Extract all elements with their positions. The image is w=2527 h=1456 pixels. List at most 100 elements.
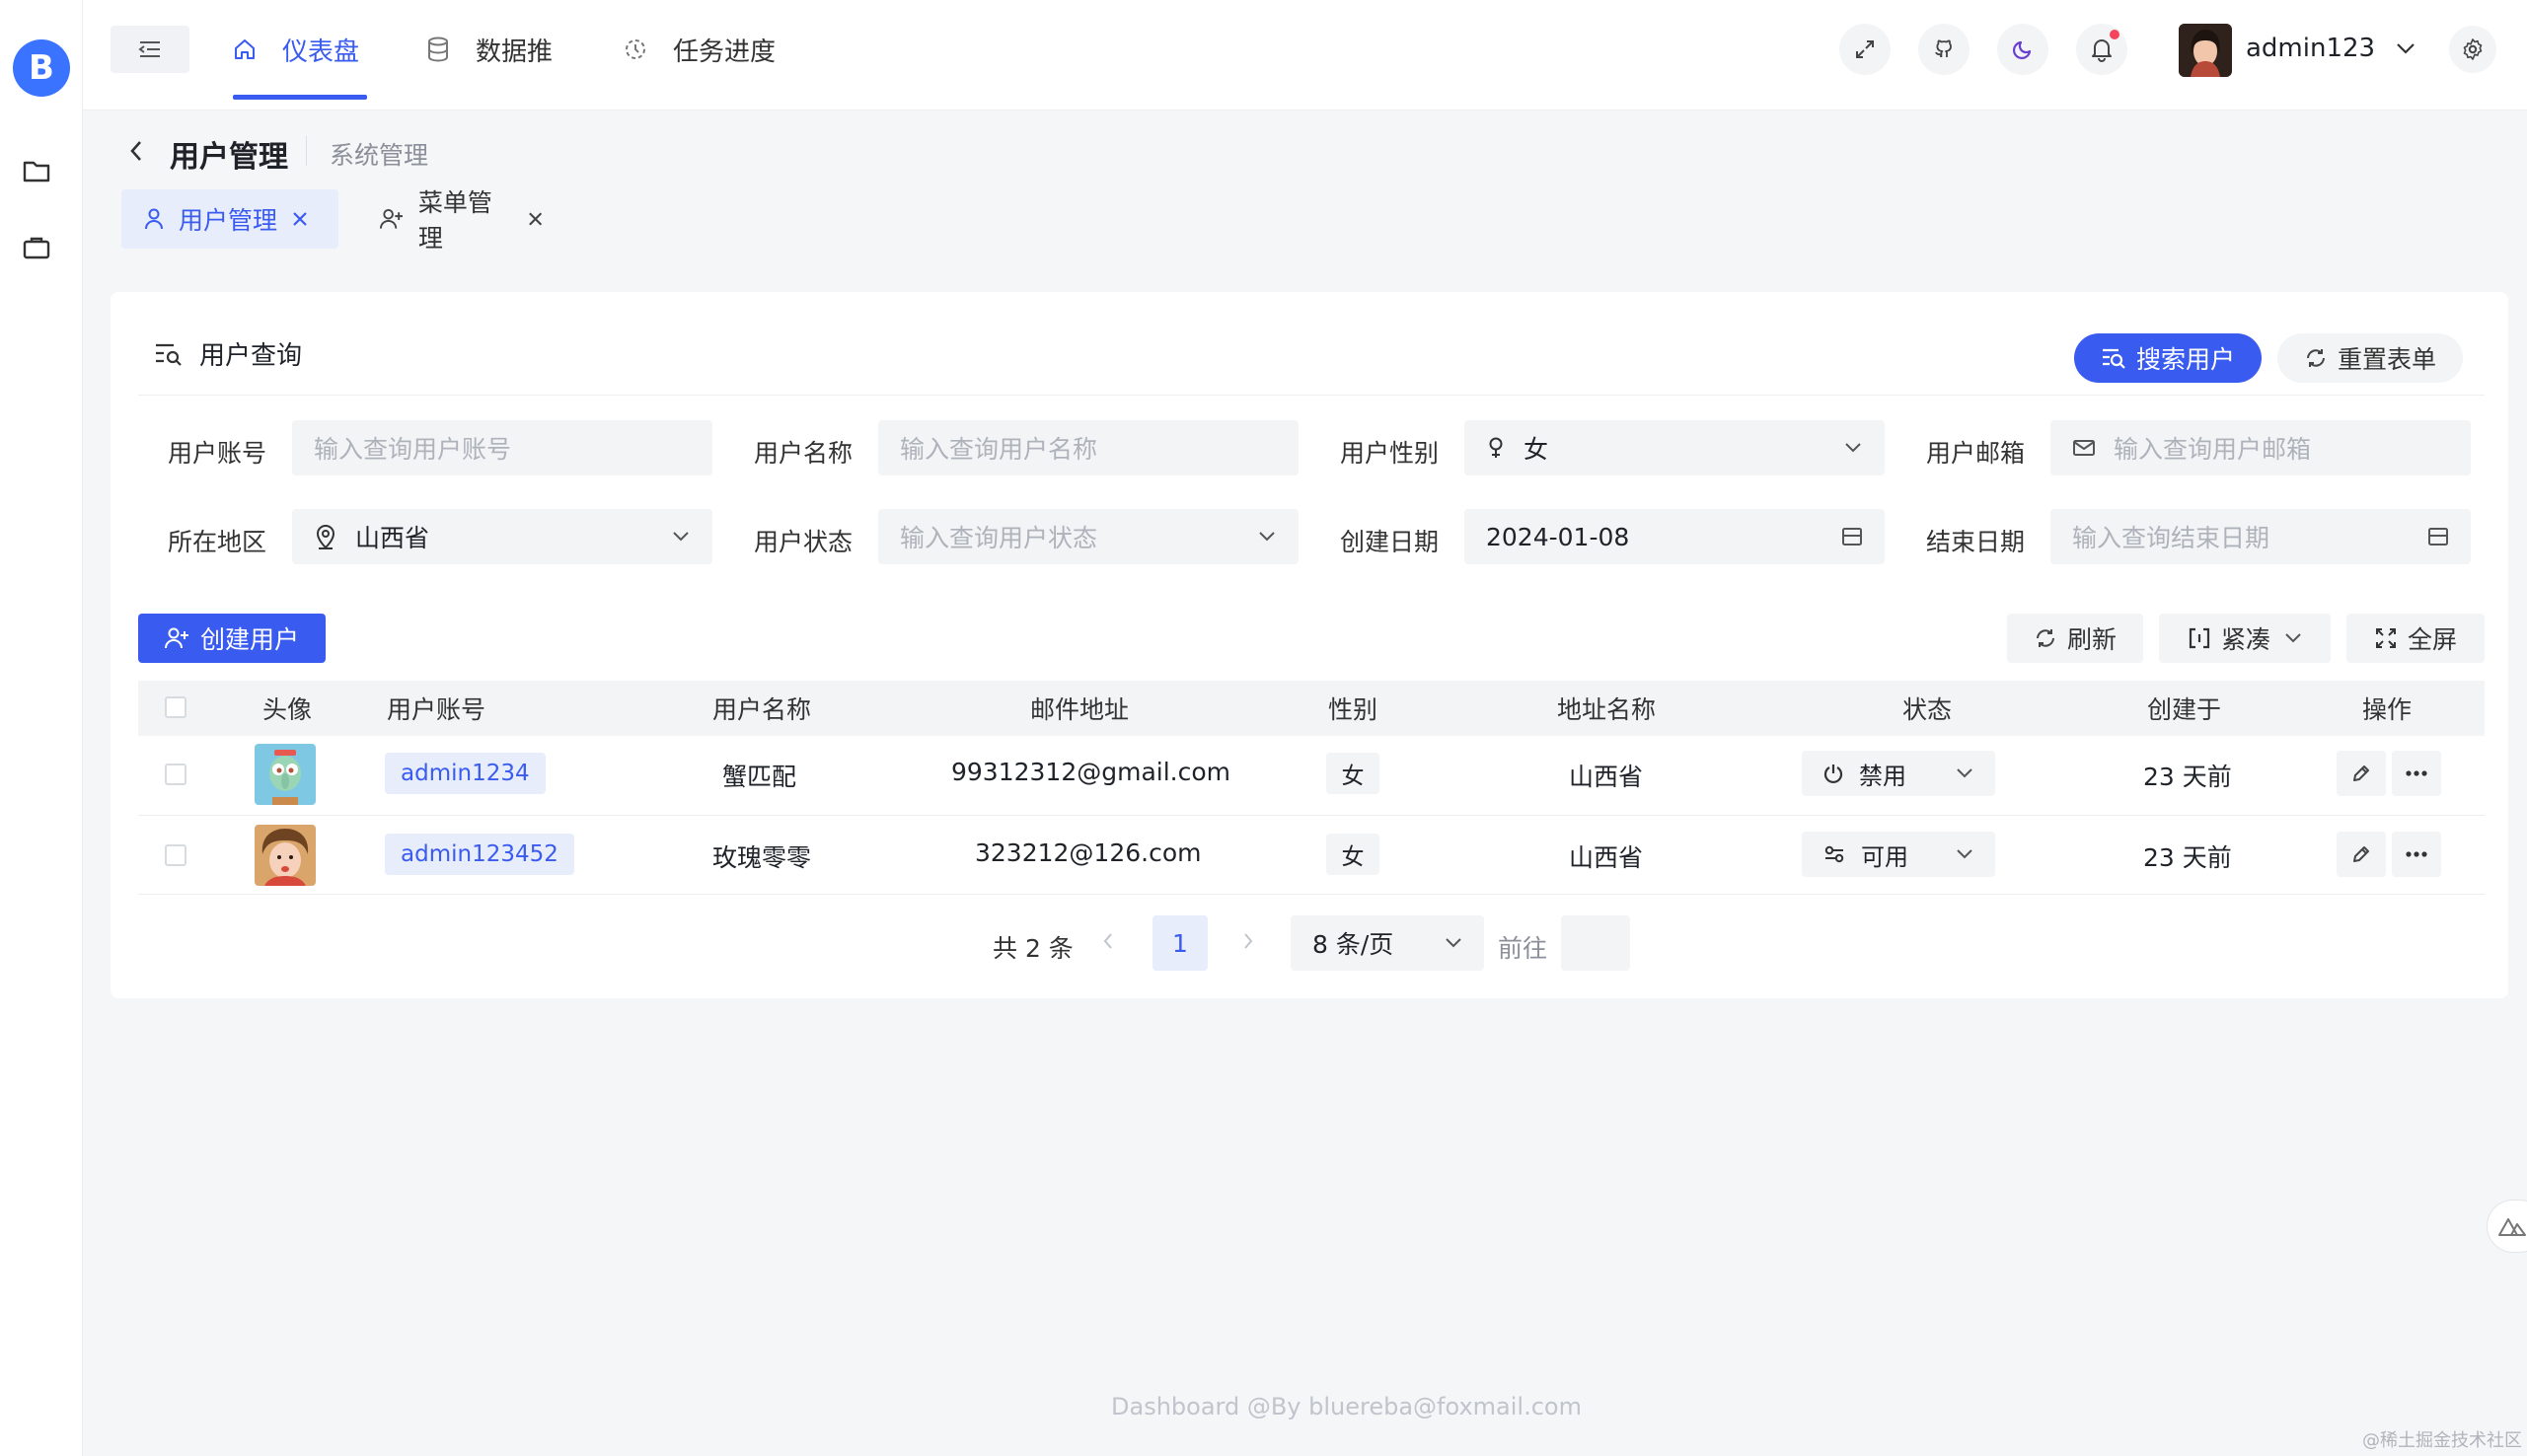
- email-input[interactable]: 输入查询用户邮箱: [2050, 420, 2471, 475]
- user-avatar[interactable]: [2179, 24, 2232, 77]
- toggle-icon: [1824, 845, 1844, 863]
- search-users-button[interactable]: 搜索用户: [2074, 333, 2262, 383]
- page-size-select[interactable]: 8 条/页: [1291, 915, 1484, 971]
- column-status[interactable]: 状态: [1902, 691, 1952, 726]
- name-input[interactable]: 输入查询用户名称: [878, 420, 1299, 475]
- status-select[interactable]: 输入查询用户状态: [878, 509, 1299, 564]
- column-avatar[interactable]: 头像: [262, 691, 312, 726]
- squidward-avatar-icon: [255, 744, 316, 805]
- row-status-select[interactable]: 可用: [1802, 832, 1995, 877]
- nav-task-progress[interactable]: 任务进度: [624, 28, 776, 71]
- refresh-table-button[interactable]: 刷新: [2007, 614, 2143, 663]
- tab-menu-management[interactable]: 菜单管理: [358, 188, 565, 253]
- column-email[interactable]: 邮件地址: [1030, 691, 1129, 726]
- select-all-checkbox[interactable]: [165, 696, 186, 718]
- nav-dashboard[interactable]: 仪表盘: [233, 28, 359, 71]
- gear-icon: [2463, 38, 2483, 60]
- close-icon[interactable]: [291, 210, 309, 228]
- chevron-down-icon: [1957, 768, 1972, 778]
- created-date-picker[interactable]: 2024-01-08: [1464, 509, 1885, 564]
- pagination-prev-button[interactable]: [1101, 931, 1115, 957]
- mail-icon: [2073, 440, 2095, 456]
- column-address[interactable]: 地址名称: [1557, 691, 1656, 726]
- status-label: 用户状态: [754, 528, 854, 556]
- column-name[interactable]: 用户名称: [712, 691, 811, 726]
- user-icon: [145, 208, 163, 230]
- brand-logo[interactable]: B: [13, 39, 70, 97]
- row-account-tag[interactable]: admin1234: [385, 753, 546, 794]
- row-status-select[interactable]: 禁用: [1802, 751, 1995, 796]
- row-address: 山西省: [1569, 843, 1644, 872]
- query-title-label: 用户查询: [199, 341, 303, 371]
- pagination-page-current[interactable]: 1: [1152, 915, 1208, 971]
- reset-form-button[interactable]: 重置表单: [2277, 333, 2463, 383]
- settings-button[interactable]: [2449, 26, 2496, 73]
- row-account-tag[interactable]: admin123452: [385, 834, 574, 875]
- name-placeholder: 输入查询用户名称: [900, 435, 1098, 464]
- more-dots-icon: [2406, 851, 2427, 857]
- create-user-button[interactable]: 创建用户: [138, 614, 326, 663]
- column-gender[interactable]: 性别: [1328, 691, 1377, 726]
- github-button[interactable]: [1918, 24, 1970, 75]
- account-input[interactable]: 输入查询用户账号: [292, 420, 712, 475]
- pagination-goto-input[interactable]: [1561, 915, 1630, 971]
- row-more-button[interactable]: [2392, 832, 2441, 877]
- density-icon: [2189, 627, 2210, 649]
- row-more-button[interactable]: [2392, 751, 2441, 796]
- avatar-portrait-icon: [2179, 24, 2232, 77]
- row-divider: [138, 815, 2485, 816]
- create-button-label: 创建用户: [199, 625, 299, 654]
- column-account[interactable]: 用户账号: [387, 691, 485, 726]
- list-search-icon: [156, 343, 182, 366]
- progress-icon: [626, 39, 645, 59]
- theme-toggle-button[interactable]: [1997, 24, 2048, 75]
- menu-fold-icon: [138, 41, 160, 57]
- name-label: 用户名称: [754, 439, 854, 468]
- gender-value: 女: [1524, 435, 1549, 464]
- row-checkbox[interactable]: [165, 764, 186, 785]
- pagination-goto-label: 前往: [1498, 934, 1548, 963]
- end-date-label: 结束日期: [1926, 528, 2026, 556]
- column-actions[interactable]: 操作: [2362, 691, 2412, 726]
- power-icon: [1823, 764, 1843, 784]
- folder-icon[interactable]: [22, 158, 51, 183]
- row-checkbox[interactable]: [165, 844, 186, 866]
- search-button-label: 搜索用户: [2135, 345, 2235, 374]
- nav-data[interactable]: 数据推: [426, 28, 553, 71]
- chevron-down-icon: [1259, 532, 1275, 542]
- left-rail: [0, 0, 83, 1456]
- nuxt-icon: [2498, 1218, 2526, 1236]
- fullscreen-button[interactable]: [1839, 24, 1891, 75]
- notifications-button[interactable]: [2076, 24, 2127, 75]
- refresh-icon: [2306, 349, 2325, 367]
- row-status-label: 可用: [1861, 842, 1908, 871]
- table-fullscreen-button[interactable]: 全屏: [2346, 614, 2485, 663]
- close-icon[interactable]: [527, 210, 544, 228]
- collapse-sidebar-button[interactable]: [111, 26, 189, 73]
- user-menu[interactable]: admin123: [2246, 34, 2416, 63]
- row-gender-tag: 女: [1326, 834, 1379, 875]
- row-status-label: 禁用: [1859, 762, 1906, 790]
- back-arrow-icon[interactable]: [126, 138, 146, 164]
- row-email: 99312312@gmail.com: [951, 758, 1231, 786]
- pagination-next-button[interactable]: [1241, 931, 1255, 957]
- expand-icon: [1856, 40, 1874, 58]
- end-date-picker[interactable]: 输入查询结束日期: [2050, 509, 2471, 564]
- username-label: admin123: [2246, 34, 2376, 63]
- breadcrumb-parent[interactable]: 系统管理: [330, 136, 428, 172]
- row-edit-button[interactable]: [2337, 832, 2386, 877]
- density-select-button[interactable]: 紧凑: [2159, 614, 2331, 663]
- fullscreen-icon: [2375, 628, 2396, 648]
- briefcase-icon[interactable]: [22, 235, 51, 260]
- gender-select[interactable]: 女: [1464, 420, 1885, 475]
- breadcrumb-divider: [306, 136, 307, 166]
- tab-user-management[interactable]: 用户管理: [121, 189, 338, 249]
- region-value: 山西省: [355, 524, 430, 552]
- density-button-label: 紧凑: [2220, 625, 2270, 654]
- child-photo-avatar-icon: [255, 825, 316, 886]
- row-edit-button[interactable]: [2337, 751, 2386, 796]
- refresh-icon: [2036, 629, 2054, 647]
- nuxt-devtools-button[interactable]: [2487, 1200, 2527, 1253]
- region-select[interactable]: 山西省: [292, 509, 712, 564]
- column-created[interactable]: 创建于: [2147, 691, 2221, 726]
